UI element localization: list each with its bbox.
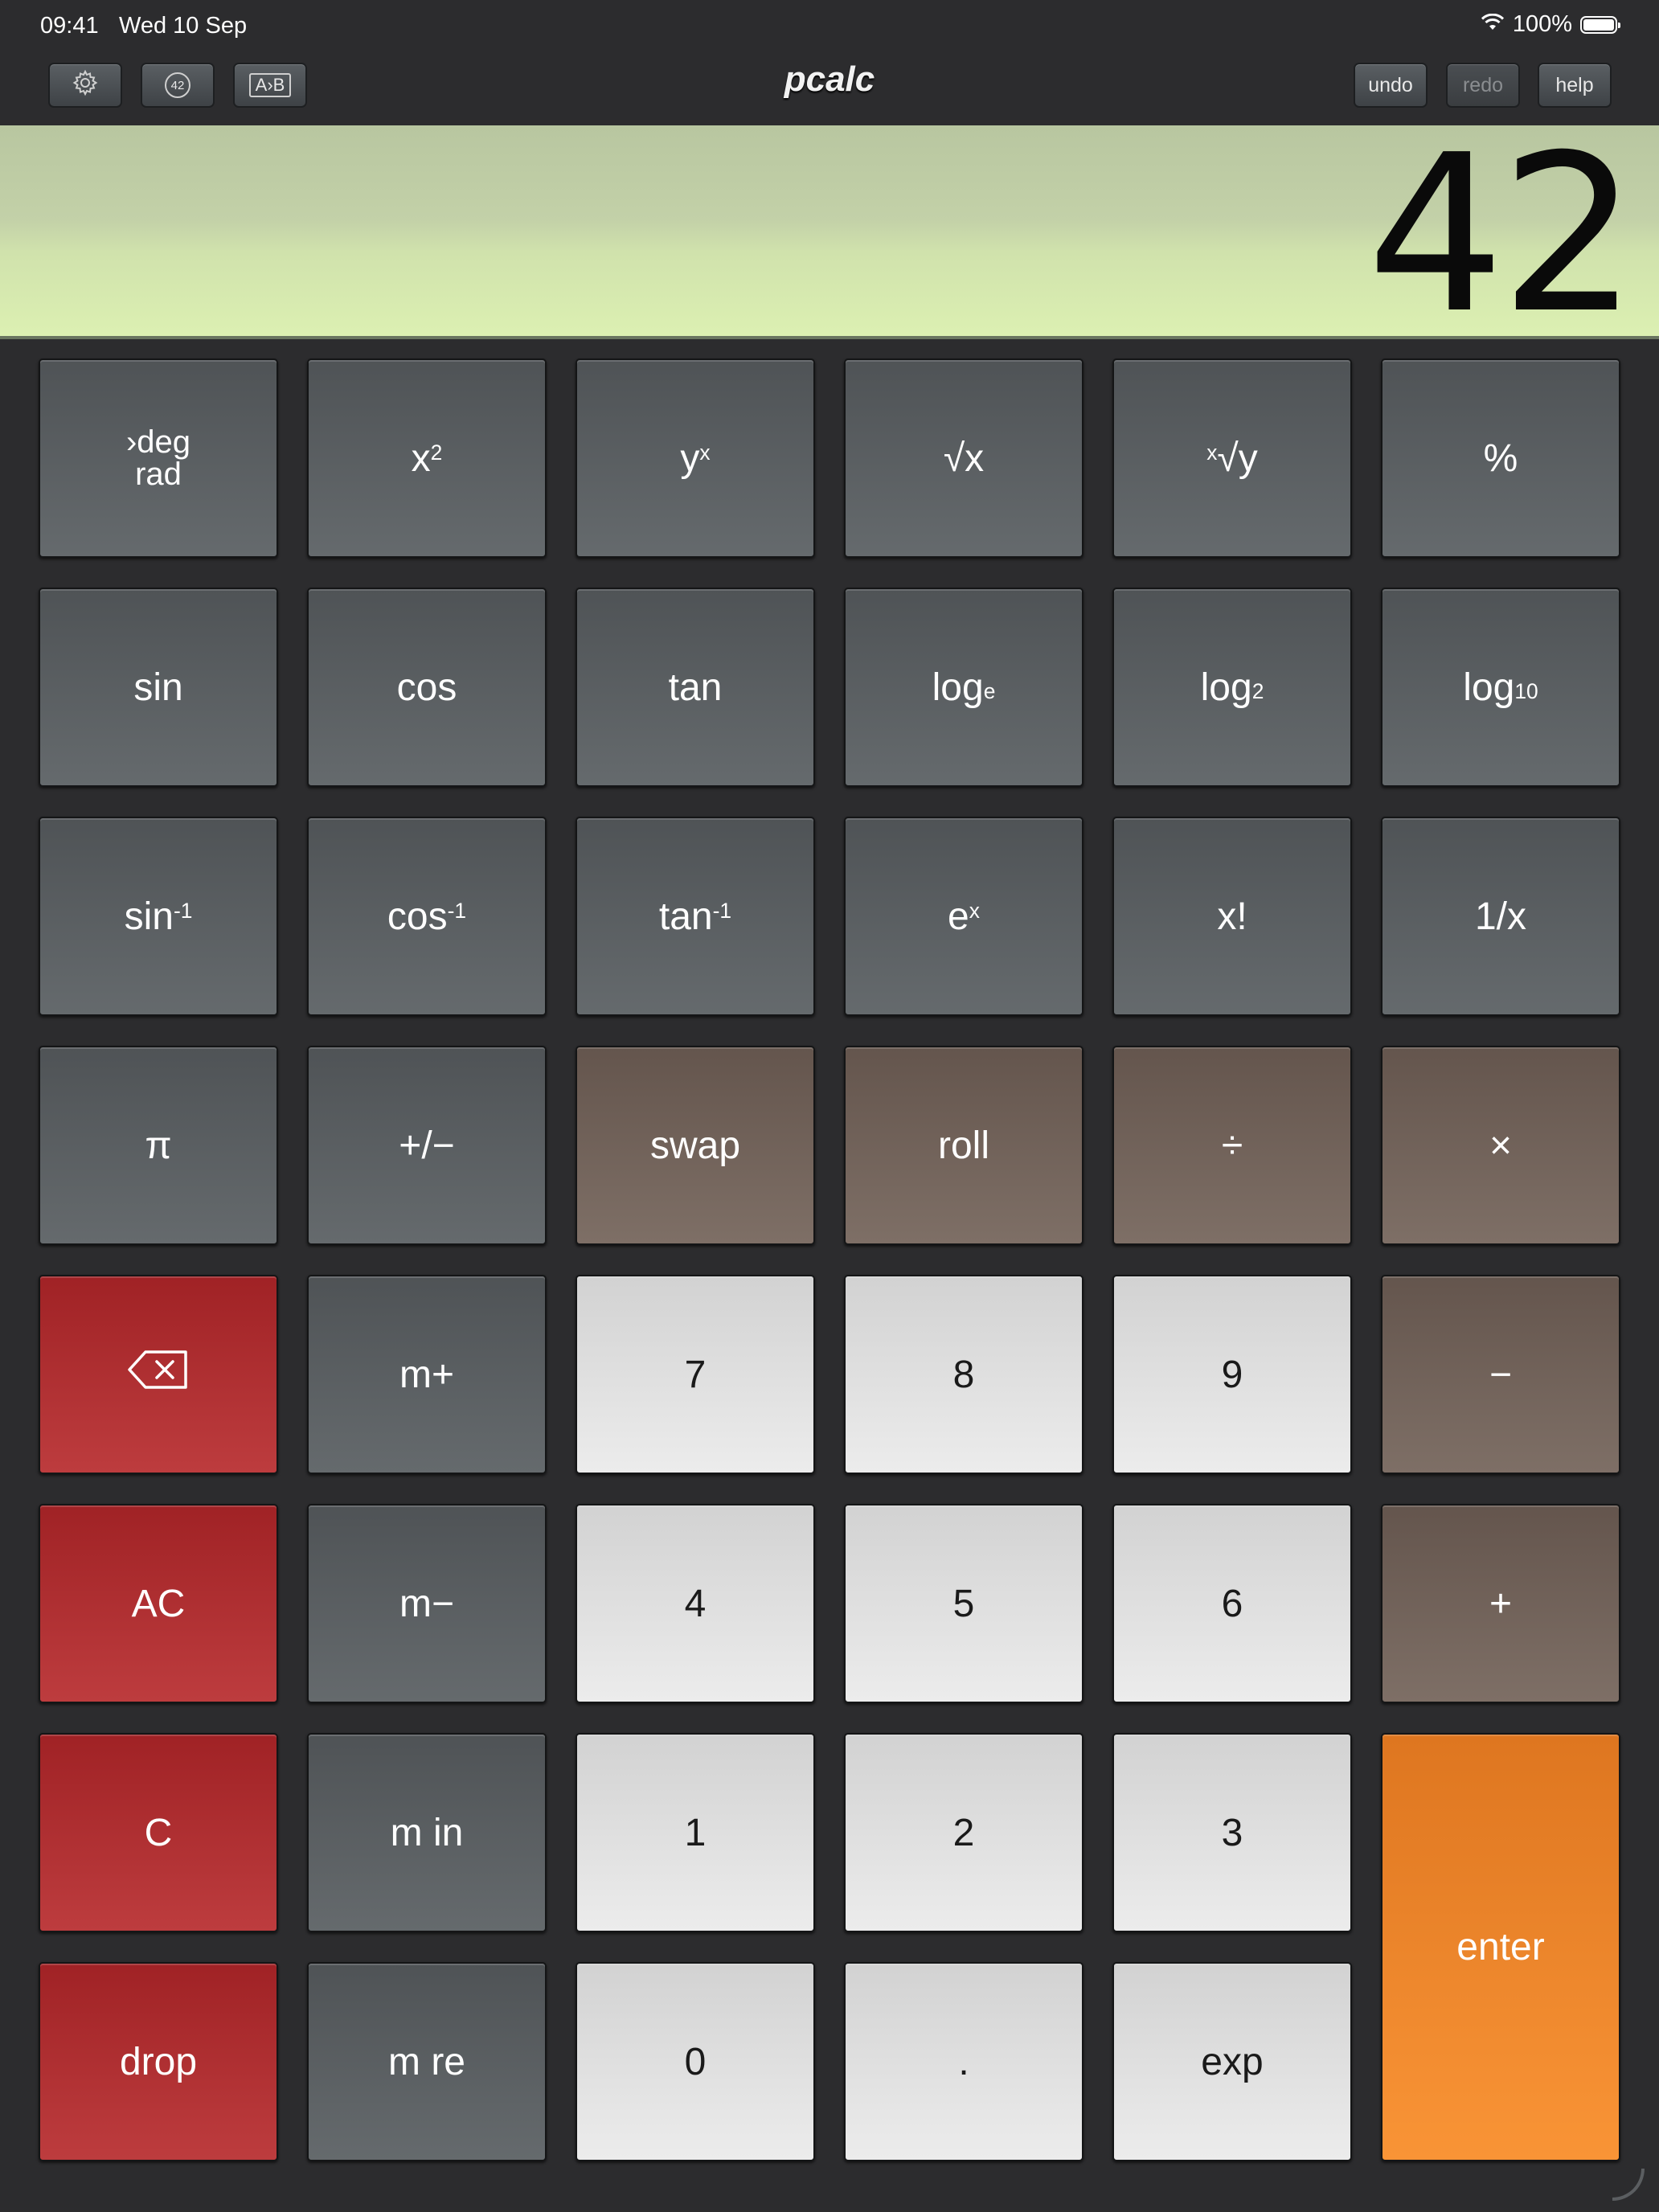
undo-button[interactable]: undo [1354,63,1428,108]
e-power-x-key[interactable]: ex [844,817,1083,1016]
redo-button[interactable]: redo [1446,63,1520,108]
exponent-key[interactable]: exp [1112,1962,1352,2161]
log-10-key[interactable]: log 10 [1381,588,1620,787]
digit-5-key[interactable]: 5 [844,1504,1083,1703]
factorial-key[interactable]: x! [1112,817,1352,1016]
backspace-icon [126,1349,190,1400]
digit-6-key[interactable]: 6 [1112,1504,1352,1703]
digit-9-key[interactable]: 9 [1112,1275,1352,1474]
percent-key[interactable]: % [1381,358,1620,558]
digit-3-key[interactable]: 3 [1112,1733,1352,1932]
divide-key[interactable]: ÷ [1112,1046,1352,1245]
enter-key[interactable]: enter [1381,1733,1620,2161]
battery-icon [1580,15,1620,34]
x-squared-key[interactable]: x2 [307,358,547,558]
subtract-key[interactable]: − [1381,1275,1620,1474]
tan-key[interactable]: tan [576,588,815,787]
roll-key[interactable]: roll [844,1046,1083,1245]
drop-key[interactable]: drop [39,1962,278,2161]
toolbar: 42 A›B pcalc undo redo help [0,51,1659,125]
arcsin-key[interactable]: sin -1 [39,817,278,1016]
memory-minus-key[interactable]: m− [307,1504,547,1703]
status-time: 09:41 [40,13,99,39]
sin-key[interactable]: sin [39,588,278,787]
digit-4-key[interactable]: 4 [576,1504,815,1703]
plus-minus-key[interactable]: +/− [307,1046,547,1245]
clear-key[interactable]: C [39,1733,278,1932]
display-value: 42 [1366,125,1638,339]
x-root-y-key[interactable]: x √y [1112,358,1352,558]
log-2-key[interactable]: log 2 [1112,588,1352,787]
pi-key[interactable]: π [39,1046,278,1245]
reciprocal-key[interactable]: 1/x [1381,817,1620,1016]
all-clear-key[interactable]: AC [39,1504,278,1703]
resize-grip[interactable] [1612,2169,1645,2201]
y-power-x-key[interactable]: yx [576,358,815,558]
help-button[interactable]: help [1538,63,1612,108]
memory-in-key[interactable]: m in [307,1733,547,1932]
digit-1-key[interactable]: 1 [576,1733,815,1932]
square-root-key[interactable]: √x [844,358,1083,558]
decimal-point-key[interactable]: . [844,1962,1083,2161]
status-indicators: 100% [1481,11,1620,38]
status-bar: 09:41 Wed 10 Sep 100% [0,0,1659,51]
deg-rad-key[interactable]: ›deg rad [39,358,278,558]
multiply-key[interactable]: × [1381,1046,1620,1245]
arctan-key[interactable]: tan -1 [576,817,815,1016]
wifi-icon [1481,11,1505,38]
memory-plus-key[interactable]: m+ [307,1275,547,1474]
digit-2-key[interactable]: 2 [844,1733,1083,1932]
log-e-key[interactable]: log e [844,588,1083,787]
battery-percent: 100% [1512,11,1572,37]
calculator-display: 42 [0,125,1659,339]
cos-key[interactable]: cos [307,588,547,787]
status-date: Wed 10 Sep [119,13,248,39]
memory-recall-key[interactable]: m re [307,1962,547,2161]
swap-key[interactable]: swap [576,1046,815,1245]
digit-7-key[interactable]: 7 [576,1275,815,1474]
arccos-key[interactable]: cos -1 [307,817,547,1016]
add-key[interactable]: + [1381,1504,1620,1703]
digit-0-key[interactable]: 0 [576,1962,815,2161]
backspace-key[interactable] [39,1275,278,1474]
digit-8-key[interactable]: 8 [844,1275,1083,1474]
